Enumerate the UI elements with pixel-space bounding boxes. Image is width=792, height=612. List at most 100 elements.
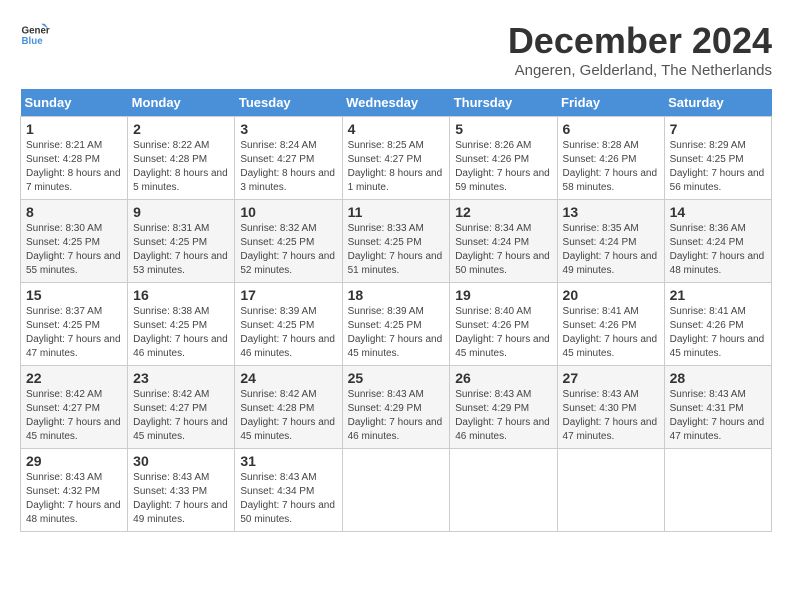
day-info: Sunrise: 8:35 AM Sunset: 4:24 PM Dayligh… xyxy=(563,222,659,278)
calendar-cell: 31 Sunrise: 8:43 AM Sunset: 4:34 PM Dayl… xyxy=(235,449,342,532)
calendar-week-4: 22 Sunrise: 8:42 AM Sunset: 4:27 PM Dayl… xyxy=(21,366,772,449)
day-info: Sunrise: 8:31 AM Sunset: 4:25 PM Dayligh… xyxy=(133,222,229,278)
calendar-week-5: 29 Sunrise: 8:43 AM Sunset: 4:32 PM Dayl… xyxy=(21,449,772,532)
day-info: Sunrise: 8:32 AM Sunset: 4:25 PM Dayligh… xyxy=(240,222,336,278)
day-number: 23 xyxy=(133,370,229,386)
calendar-cell: 5 Sunrise: 8:26 AM Sunset: 4:26 PM Dayli… xyxy=(450,117,557,200)
calendar-cell: 8 Sunrise: 8:30 AM Sunset: 4:25 PM Dayli… xyxy=(21,200,128,283)
calendar-cell: 26 Sunrise: 8:43 AM Sunset: 4:29 PM Dayl… xyxy=(450,366,557,449)
day-number: 3 xyxy=(240,121,336,137)
calendar-week-3: 15 Sunrise: 8:37 AM Sunset: 4:25 PM Dayl… xyxy=(21,283,772,366)
day-number: 12 xyxy=(455,204,551,220)
header-sunday: Sunday xyxy=(21,89,128,117)
day-info: Sunrise: 8:24 AM Sunset: 4:27 PM Dayligh… xyxy=(240,139,336,195)
day-number: 25 xyxy=(348,370,445,386)
day-number: 16 xyxy=(133,287,229,303)
day-number: 20 xyxy=(563,287,659,303)
calendar-cell: 4 Sunrise: 8:25 AM Sunset: 4:27 PM Dayli… xyxy=(342,117,450,200)
calendar-cell: 17 Sunrise: 8:39 AM Sunset: 4:25 PM Dayl… xyxy=(235,283,342,366)
calendar-cell xyxy=(342,449,450,532)
day-info: Sunrise: 8:42 AM Sunset: 4:28 PM Dayligh… xyxy=(240,388,336,444)
calendar-cell: 18 Sunrise: 8:39 AM Sunset: 4:25 PM Dayl… xyxy=(342,283,450,366)
calendar-body: 1 Sunrise: 8:21 AM Sunset: 4:28 PM Dayli… xyxy=(21,117,772,532)
day-number: 27 xyxy=(563,370,659,386)
day-number: 29 xyxy=(26,453,122,469)
day-info: Sunrise: 8:43 AM Sunset: 4:29 PM Dayligh… xyxy=(455,388,551,444)
calendar-cell: 19 Sunrise: 8:40 AM Sunset: 4:26 PM Dayl… xyxy=(450,283,557,366)
calendar-cell: 3 Sunrise: 8:24 AM Sunset: 4:27 PM Dayli… xyxy=(235,117,342,200)
day-info: Sunrise: 8:25 AM Sunset: 4:27 PM Dayligh… xyxy=(348,139,445,195)
page-title: December 2024 xyxy=(508,20,772,62)
day-info: Sunrise: 8:26 AM Sunset: 4:26 PM Dayligh… xyxy=(455,139,551,195)
day-number: 1 xyxy=(26,121,122,137)
day-info: Sunrise: 8:42 AM Sunset: 4:27 PM Dayligh… xyxy=(133,388,229,444)
calendar-cell: 6 Sunrise: 8:28 AM Sunset: 4:26 PM Dayli… xyxy=(557,117,664,200)
page-header: General Blue General Blue December 2024 … xyxy=(20,20,772,79)
day-info: Sunrise: 8:43 AM Sunset: 4:33 PM Dayligh… xyxy=(133,471,229,527)
day-number: 24 xyxy=(240,370,336,386)
day-info: Sunrise: 8:37 AM Sunset: 4:25 PM Dayligh… xyxy=(26,305,122,361)
day-number: 9 xyxy=(133,204,229,220)
header-wednesday: Wednesday xyxy=(342,89,450,117)
day-info: Sunrise: 8:39 AM Sunset: 4:25 PM Dayligh… xyxy=(348,305,445,361)
svg-text:Blue: Blue xyxy=(22,36,44,47)
day-number: 14 xyxy=(670,204,766,220)
day-info: Sunrise: 8:33 AM Sunset: 4:25 PM Dayligh… xyxy=(348,222,445,278)
calendar-table: SundayMondayTuesdayWednesdayThursdayFrid… xyxy=(20,89,772,532)
calendar-cell: 11 Sunrise: 8:33 AM Sunset: 4:25 PM Dayl… xyxy=(342,200,450,283)
day-info: Sunrise: 8:43 AM Sunset: 4:31 PM Dayligh… xyxy=(670,388,766,444)
day-info: Sunrise: 8:39 AM Sunset: 4:25 PM Dayligh… xyxy=(240,305,336,361)
calendar-cell: 30 Sunrise: 8:43 AM Sunset: 4:33 PM Dayl… xyxy=(128,449,235,532)
day-number: 10 xyxy=(240,204,336,220)
day-info: Sunrise: 8:34 AM Sunset: 4:24 PM Dayligh… xyxy=(455,222,551,278)
calendar-week-1: 1 Sunrise: 8:21 AM Sunset: 4:28 PM Dayli… xyxy=(21,117,772,200)
calendar-cell: 25 Sunrise: 8:43 AM Sunset: 4:29 PM Dayl… xyxy=(342,366,450,449)
day-info: Sunrise: 8:29 AM Sunset: 4:25 PM Dayligh… xyxy=(670,139,766,195)
calendar-cell: 10 Sunrise: 8:32 AM Sunset: 4:25 PM Dayl… xyxy=(235,200,342,283)
day-number: 19 xyxy=(455,287,551,303)
day-info: Sunrise: 8:21 AM Sunset: 4:28 PM Dayligh… xyxy=(26,139,122,195)
header-saturday: Saturday xyxy=(664,89,771,117)
calendar-cell: 29 Sunrise: 8:43 AM Sunset: 4:32 PM Dayl… xyxy=(21,449,128,532)
svg-text:General: General xyxy=(22,26,51,37)
calendar-cell: 2 Sunrise: 8:22 AM Sunset: 4:28 PM Dayli… xyxy=(128,117,235,200)
day-info: Sunrise: 8:30 AM Sunset: 4:25 PM Dayligh… xyxy=(26,222,122,278)
day-number: 15 xyxy=(26,287,122,303)
calendar-cell: 15 Sunrise: 8:37 AM Sunset: 4:25 PM Dayl… xyxy=(21,283,128,366)
day-number: 18 xyxy=(348,287,445,303)
day-info: Sunrise: 8:41 AM Sunset: 4:26 PM Dayligh… xyxy=(563,305,659,361)
calendar-cell: 21 Sunrise: 8:41 AM Sunset: 4:26 PM Dayl… xyxy=(664,283,771,366)
header-tuesday: Tuesday xyxy=(235,89,342,117)
day-number: 13 xyxy=(563,204,659,220)
day-number: 8 xyxy=(26,204,122,220)
calendar-cell: 9 Sunrise: 8:31 AM Sunset: 4:25 PM Dayli… xyxy=(128,200,235,283)
logo: General Blue General Blue xyxy=(20,20,50,50)
calendar-cell: 20 Sunrise: 8:41 AM Sunset: 4:26 PM Dayl… xyxy=(557,283,664,366)
calendar-cell: 1 Sunrise: 8:21 AM Sunset: 4:28 PM Dayli… xyxy=(21,117,128,200)
header-friday: Friday xyxy=(557,89,664,117)
day-number: 11 xyxy=(348,204,445,220)
calendar-week-2: 8 Sunrise: 8:30 AM Sunset: 4:25 PM Dayli… xyxy=(21,200,772,283)
day-number: 21 xyxy=(670,287,766,303)
header-monday: Monday xyxy=(128,89,235,117)
day-number: 28 xyxy=(670,370,766,386)
day-number: 2 xyxy=(133,121,229,137)
calendar-cell xyxy=(557,449,664,532)
calendar-cell xyxy=(450,449,557,532)
calendar-cell xyxy=(664,449,771,532)
day-info: Sunrise: 8:42 AM Sunset: 4:27 PM Dayligh… xyxy=(26,388,122,444)
page-subtitle: Angeren, Gelderland, The Netherlands xyxy=(508,62,772,79)
calendar-cell: 12 Sunrise: 8:34 AM Sunset: 4:24 PM Dayl… xyxy=(450,200,557,283)
day-info: Sunrise: 8:43 AM Sunset: 4:34 PM Dayligh… xyxy=(240,471,336,527)
day-number: 31 xyxy=(240,453,336,469)
calendar-cell: 7 Sunrise: 8:29 AM Sunset: 4:25 PM Dayli… xyxy=(664,117,771,200)
day-number: 4 xyxy=(348,121,445,137)
calendar-cell: 28 Sunrise: 8:43 AM Sunset: 4:31 PM Dayl… xyxy=(664,366,771,449)
day-info: Sunrise: 8:41 AM Sunset: 4:26 PM Dayligh… xyxy=(670,305,766,361)
calendar-cell: 23 Sunrise: 8:42 AM Sunset: 4:27 PM Dayl… xyxy=(128,366,235,449)
day-info: Sunrise: 8:43 AM Sunset: 4:30 PM Dayligh… xyxy=(563,388,659,444)
day-number: 6 xyxy=(563,121,659,137)
day-number: 7 xyxy=(670,121,766,137)
day-info: Sunrise: 8:22 AM Sunset: 4:28 PM Dayligh… xyxy=(133,139,229,195)
day-info: Sunrise: 8:28 AM Sunset: 4:26 PM Dayligh… xyxy=(563,139,659,195)
